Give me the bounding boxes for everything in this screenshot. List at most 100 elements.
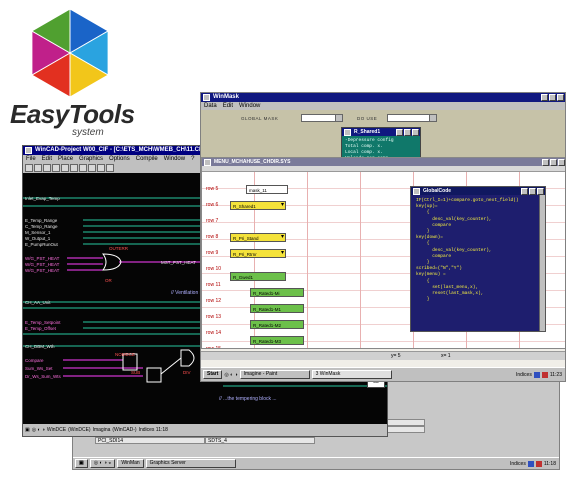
global-mask-select[interactable] [301, 114, 343, 122]
field2-select[interactable] [387, 114, 437, 122]
global-code-window[interactable]: GlobalCode IF(Ctrl_I=1)+compare.goto_nex… [410, 186, 546, 332]
mask-control[interactable]: R_Rated1-M1 [250, 304, 304, 313]
menu-item-place[interactable]: Place [58, 155, 73, 163]
signal-label[interactable]: E_Temp_Offset [25, 326, 56, 331]
tray-indices[interactable]: Indices [516, 372, 532, 378]
mask-control[interactable]: R_Rated1-M3 [250, 336, 304, 345]
signal-label[interactable]: Inlet_Evap_Temp [25, 196, 60, 201]
signal-label[interactable]: OR [105, 278, 112, 283]
signal-label[interactable]: SUB [131, 370, 140, 375]
menu-item-options[interactable]: Options [109, 155, 130, 163]
start-button[interactable]: Start [203, 370, 223, 379]
taskbar-item-graphics-server[interactable]: Graphics Server [145, 459, 236, 468]
shared-titlebar[interactable]: R_Shared1 [342, 128, 420, 136]
tool-button[interactable] [61, 164, 69, 172]
tool-button[interactable] [52, 164, 60, 172]
tool-button[interactable] [88, 164, 96, 172]
signal-label[interactable]: NOMDCE [115, 352, 135, 357]
tool-button[interactable] [106, 164, 114, 172]
winmask-titlebar[interactable]: WinMask [201, 93, 565, 102]
signal-label[interactable]: Compare [25, 358, 44, 363]
close-button[interactable] [557, 94, 564, 101]
tool-button[interactable] [25, 164, 33, 172]
tool-button[interactable] [43, 164, 51, 172]
tool-button[interactable] [79, 164, 87, 172]
mask-control[interactable]: R_Pri_Rtrnr [230, 249, 286, 258]
global-code-titlebar[interactable]: GlobalCode [411, 187, 545, 195]
menu-item-graphics[interactable]: Graphics [79, 155, 103, 163]
signal-label[interactable]: DIV [183, 370, 191, 375]
signal-label[interactable]: CH_DBM_Wth [25, 344, 55, 349]
menu-item-window[interactable]: Window [239, 102, 260, 110]
signal-label[interactable]: MST_PST_HEAT [161, 260, 196, 265]
start-button[interactable]: ▣ [75, 459, 88, 468]
tray-icon[interactable] [527, 460, 534, 467]
signal-label[interactable]: CH_AA_Unit [25, 300, 51, 305]
close-button[interactable] [558, 159, 565, 166]
maximize-button[interactable] [550, 159, 557, 166]
quick-launch-icons[interactable]: ◎ ◐ ◑ ◒ [89, 459, 116, 468]
taskbar-item-winman[interactable]: WinMan [117, 459, 144, 468]
signal-label[interactable]: Dr_Ws_Sum_Wts [25, 374, 61, 379]
signal-label[interactable]: OUTERR [109, 246, 128, 251]
mask-control[interactable]: R_Rated1-Mi [250, 288, 304, 297]
tray-indices[interactable]: Indices [510, 461, 526, 467]
taskbar-item[interactable]: (WinCAD-) [112, 427, 136, 433]
close-button[interactable] [412, 129, 419, 136]
menu-item-edit[interactable]: Edit [42, 155, 52, 163]
mask-control[interactable]: R_Shared1 [230, 201, 286, 210]
mask-control[interactable]: R_Pri_Stand [230, 233, 286, 242]
signal-label[interactable]: W/G_PST_HEAT [25, 256, 59, 261]
mask-control[interactable]: R_Rated1-M2 [250, 320, 304, 329]
tool-button[interactable] [70, 164, 78, 172]
row-label: row 5 [206, 186, 219, 192]
vertical-scrollbar[interactable] [539, 195, 545, 331]
taskbar-item[interactable]: WinDCE [47, 427, 66, 433]
maximize-button[interactable] [529, 188, 536, 195]
table-cell[interactable]: PCI_SDI14 [95, 437, 205, 444]
signal-label[interactable]: E_Temp_Setpoint [25, 320, 61, 325]
menu-item-compile[interactable]: Compile [136, 155, 158, 163]
tray-icon[interactable] [533, 371, 540, 378]
quick-launch-icons[interactable]: ◎ ◐ ◑ [224, 372, 237, 378]
minimize-button[interactable] [396, 129, 403, 136]
menu-item-window[interactable]: Window [164, 155, 185, 163]
mask-editor-titlebar[interactable]: MENU_MCHAHUSE_CHDIR.SYS [202, 158, 565, 166]
mask-control[interactable]: mask_11 [246, 185, 288, 194]
menu-item-file[interactable]: File [26, 155, 36, 163]
mask-control[interactable]: R_Gwed1 [230, 272, 286, 281]
menu-item-[interactable]: ? [191, 155, 194, 163]
menu-item-data[interactable]: Data [204, 102, 217, 110]
signal-label[interactable]: W_Output_1 [25, 236, 50, 241]
menu-item-edit[interactable]: Edit [223, 102, 233, 110]
minimize-button[interactable] [542, 159, 549, 166]
tray-indices[interactable]: Indices [139, 427, 155, 433]
taskbar-item[interactable]: Imagina [93, 427, 111, 433]
signal-label[interactable]: E_PumpRunOut [25, 242, 58, 247]
winmask-window[interactable]: WinMask Data Edit Window GLOBAL MASK DO US… [200, 92, 566, 382]
signal-label[interactable]: E_Temp_Range [25, 218, 57, 223]
start-button[interactable]: ▣ [25, 427, 30, 433]
taskbar-item-imagine[interactable]: Imagine - Paint [239, 370, 310, 379]
winmask-title: WinMask [213, 94, 239, 100]
minimize-button[interactable] [541, 94, 548, 101]
signal-label[interactable]: Sum_Ws_Set [25, 366, 53, 371]
taskbar-item[interactable]: (WinDCE) [68, 427, 91, 433]
maximize-button[interactable] [404, 129, 411, 136]
minimize-button[interactable] [521, 188, 528, 195]
close-button[interactable] [537, 188, 544, 195]
mask-editor-window[interactable]: MENU_MCHAHUSE_CHDIR.SYS row 5 row 6 row 7 r… [201, 157, 565, 349]
quick-launch-icons[interactable]: ◎ ◐ ◑ [32, 427, 45, 433]
taskbar-item-winmask[interactable]: 3 WinMask [311, 370, 392, 379]
signal-label[interactable]: W/G_PST_HEAT [25, 268, 59, 273]
signal-label[interactable]: W/G_PST_HEAT [25, 262, 59, 267]
tool-button[interactable] [97, 164, 105, 172]
signal-label[interactable]: C_Temp_Range [25, 224, 58, 229]
tray-icon[interactable] [535, 460, 542, 467]
maximize-button[interactable] [549, 94, 556, 101]
signal-label[interactable]: M_Sensor_1 [25, 230, 51, 235]
global-code-editor[interactable]: IF(Ctrl_I=1)+compare.goto_next_field() k… [411, 195, 545, 306]
tool-button[interactable] [34, 164, 42, 172]
table-cell[interactable]: SDTS_4 [205, 437, 315, 444]
tray-icon[interactable] [541, 371, 548, 378]
